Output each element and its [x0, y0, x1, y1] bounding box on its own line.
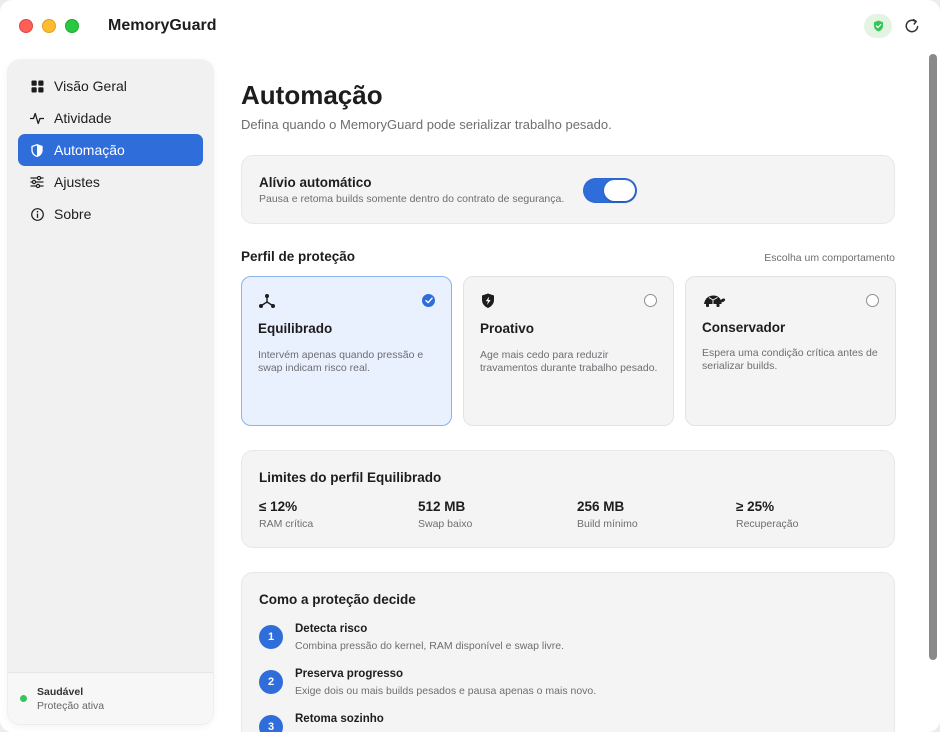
refresh-button[interactable] [902, 16, 922, 36]
main-content: Automação Defina quando o MemoryGuard po… [241, 0, 896, 732]
profile-name: Proativo [480, 321, 535, 336]
shield-icon [30, 143, 44, 157]
sidebar-item-label: Atividade [54, 110, 112, 126]
grid-icon [30, 79, 44, 93]
sliders-icon [30, 175, 44, 189]
limit-recovery: ≥ 25% Recuperação [736, 499, 798, 530]
profile-name: Conservador [702, 320, 786, 335]
sidebar-item-automation[interactable]: Automação [18, 134, 203, 166]
sidebar: Visão Geral Atividade Automação Ajustes … [8, 60, 213, 724]
profile-section-hint: Escolha um comportamento [764, 252, 895, 264]
selected-check-icon [422, 294, 435, 307]
profile-option-proactive[interactable]: Proativo Age mais cedo para reduzir trav… [463, 276, 674, 426]
limit-ram-critical: ≤ 12% RAM crítica [259, 499, 313, 530]
status-subtitle: Proteção ativa [37, 700, 105, 712]
status-title: Saudável [37, 686, 84, 698]
sidebar-item-activity[interactable]: Atividade [18, 102, 203, 134]
sidebar-item-overview[interactable]: Visão Geral [18, 70, 203, 102]
limits-title: Limites do perfil Equilibrado [259, 470, 442, 485]
step-title: Detecta risco [295, 623, 368, 635]
sidebar-item-about[interactable]: Sobre [18, 198, 203, 230]
vertical-scrollbar[interactable] [927, 54, 937, 660]
sidebar-item-label: Automação [54, 142, 125, 158]
activity-icon [30, 111, 44, 125]
app-title: MemoryGuard [108, 17, 217, 34]
how-title: Como a proteção decide [259, 592, 416, 607]
how-it-decides-card: Como a proteção decide 1 Detecta risco C… [241, 572, 895, 732]
profile-radio [866, 294, 879, 307]
profile-name: Equilibrado [258, 321, 333, 336]
profile-option-balanced[interactable]: Equilibrado Intervém apenas quando press… [241, 276, 452, 426]
step-number: 3 [259, 715, 283, 732]
toggle-knob [604, 180, 635, 201]
refresh-icon [905, 18, 919, 33]
limit-value: 512 MB [418, 499, 466, 514]
sidebar-nav: Visão Geral Atividade Automação Ajustes … [18, 70, 203, 230]
step-number: 1 [259, 625, 283, 649]
profile-radio [644, 294, 657, 307]
app-window: MemoryGuard Visão Geral Atividade Automa… [0, 0, 940, 732]
limit-label: Recuperação [736, 518, 799, 530]
auto-relief-title: Alívio automático [259, 175, 372, 190]
limit-value: ≤ 12% [259, 499, 298, 514]
step-number: 2 [259, 670, 283, 694]
nodes-icon [259, 294, 275, 308]
info-icon [30, 207, 44, 221]
page-subtitle: Defina quando o MemoryGuard pode seriali… [241, 117, 612, 132]
auto-relief-card: Alívio automático Pausa e retoma builds … [241, 155, 895, 224]
limits-card: Limites do perfil Equilibrado ≤ 12% RAM … [241, 450, 895, 548]
limit-value: 256 MB [577, 499, 625, 514]
step-item: 1 Detecta risco Combina pressão do kerne… [259, 623, 859, 659]
status-dot [20, 695, 27, 702]
profile-description: Espera uma condição crítica antes de ser… [702, 347, 878, 372]
step-description: Exige dois ou mais builds pesados e paus… [295, 685, 597, 697]
limit-label: Build mínimo [577, 518, 638, 530]
sidebar-item-settings[interactable]: Ajustes [18, 166, 203, 198]
shield-bolt-icon [482, 293, 494, 308]
step-title: Retoma sozinho [295, 713, 384, 725]
limit-label: RAM crítica [259, 518, 314, 530]
auto-relief-description: Pausa e retoma builds somente dentro do … [259, 193, 565, 205]
scrollbar-thumb[interactable] [929, 54, 937, 660]
profile-section-title: Perfil de proteção [241, 249, 356, 264]
step-description: Combina pressão do kernel, RAM disponíve… [295, 640, 565, 652]
profile-description: Intervém apenas quando pressão e swap in… [258, 349, 424, 374]
sidebar-status: Saudável Proteção ativa [8, 672, 213, 724]
page-title: Automação [241, 80, 383, 110]
zoom-window-button[interactable] [65, 19, 79, 33]
profile-option-conservative[interactable]: Conservador Espera uma condição crítica … [685, 276, 896, 426]
limit-label: Swap baixo [418, 518, 473, 530]
auto-relief-toggle[interactable] [583, 178, 637, 203]
step-item: 2 Preserva progresso Exige dois ou mais … [259, 668, 859, 704]
step-item: 3 Retoma sozinho [259, 713, 859, 732]
limit-value: ≥ 25% [736, 499, 775, 514]
step-title: Preserva progresso [295, 668, 404, 680]
sidebar-item-label: Ajustes [54, 174, 100, 190]
close-window-button[interactable] [19, 19, 33, 33]
sidebar-item-label: Visão Geral [54, 78, 127, 94]
limit-build-minimum: 256 MB Build mínimo [577, 499, 638, 530]
turtle-icon [704, 295, 726, 307]
minimize-window-button[interactable] [42, 19, 56, 33]
profile-description: Age mais cedo para reduzir travamentos d… [480, 349, 658, 374]
sidebar-item-label: Sobre [54, 206, 92, 222]
limit-swap-low: 512 MB Swap baixo [418, 499, 472, 530]
